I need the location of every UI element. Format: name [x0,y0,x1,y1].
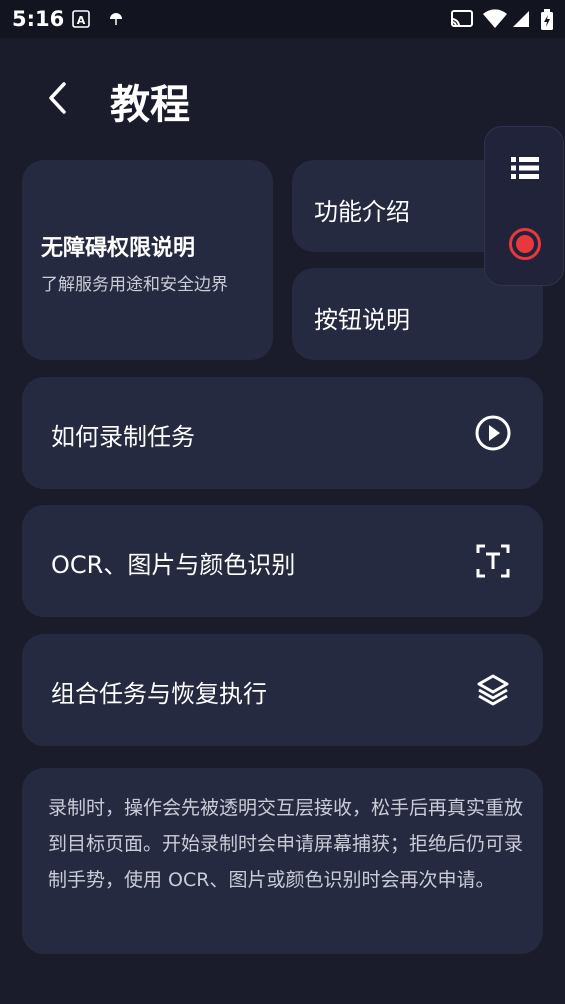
status-bar: 5:16 A [0,0,565,38]
row-ocr-label: OCR、图片与颜色识别 [51,551,296,579]
svg-text:A: A [77,14,86,27]
text-recognition-icon [473,541,513,581]
floating-panel[interactable] [484,126,564,286]
row-ocr[interactable]: OCR、图片与颜色识别 [22,505,543,617]
chevron-left-icon [49,82,66,114]
permission-card-title: 无障碍权限说明 [41,236,196,261]
app-header: 教程 [0,38,565,158]
keyboard-a-icon: A [72,9,90,33]
permission-card-subtitle: 了解服务用途和安全边界 [41,275,228,295]
play-circle-icon [473,413,513,453]
back-button[interactable] [38,78,78,118]
cell-signal-icon [511,9,531,33]
row-record-task-label: 如何录制任务 [51,423,195,451]
record-icon[interactable] [508,227,542,265]
recording-note: 录制时，操作会先被透明交互层接收，松手后再真实重放到目标页面。开始录制时会申请屏… [22,768,543,954]
wifi-icon [482,9,508,33]
buttons-card-label: 按钮说明 [314,306,410,334]
battery-charging-icon [540,9,554,35]
layers-icon [473,670,513,710]
status-time: 5:16 [12,7,65,31]
permission-card[interactable]: 无障碍权限说明 了解服务用途和安全边界 [22,160,273,360]
row-combo-task[interactable]: 组合任务与恢复执行 [22,634,543,746]
features-card-label: 功能介绍 [314,198,410,226]
list-icon[interactable] [511,155,539,185]
page-title: 教程 [110,82,190,128]
row-combo-task-label: 组合任务与恢复执行 [51,680,267,708]
umbrella-icon [108,9,124,33]
row-record-task[interactable]: 如何录制任务 [22,377,543,489]
cast-icon [449,9,475,33]
recording-note-text: 录制时，操作会先被透明交互层接收，松手后再真实重放到目标页面。开始录制时会申请屏… [48,797,524,891]
